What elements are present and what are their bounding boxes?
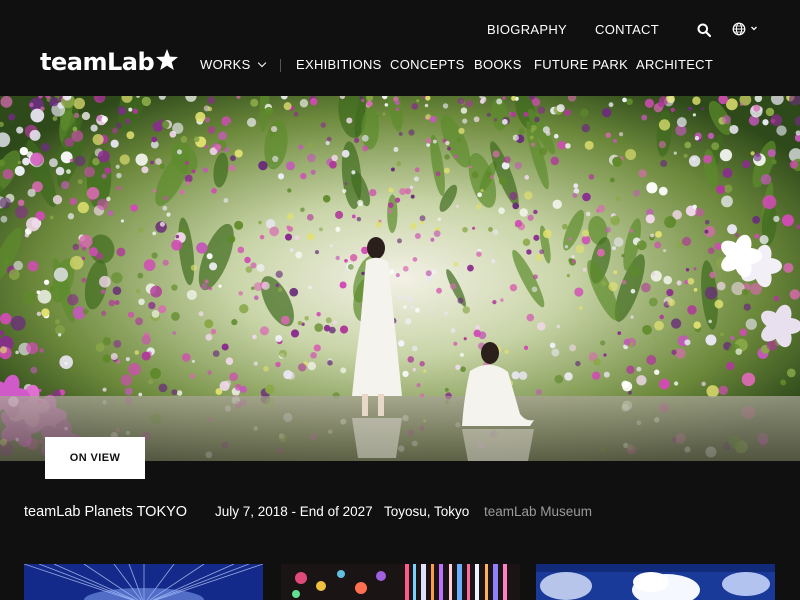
thumbnail-image bbox=[536, 564, 775, 600]
work-thumbnail-2[interactable] bbox=[281, 564, 520, 600]
work-thumbnail-3[interactable] bbox=[536, 564, 775, 600]
nav-works[interactable]: WORKS bbox=[200, 57, 266, 72]
chevron-down-icon bbox=[257, 58, 266, 68]
nav-concepts[interactable]: CONCEPTS bbox=[390, 57, 465, 72]
thumbnail-image bbox=[24, 564, 263, 600]
nav-future-park[interactable]: FUTURE PARK bbox=[534, 57, 628, 72]
nav-main: WORKS EXHIBITIONS CONCEPTS BOOKS FUTURE … bbox=[0, 57, 800, 77]
nav-architect[interactable]: ARCHITECT bbox=[636, 57, 713, 72]
nav-works-label: WORKS bbox=[200, 57, 251, 72]
language-selector[interactable] bbox=[732, 22, 760, 41]
hero-artwork bbox=[0, 96, 800, 461]
hero-image[interactable] bbox=[0, 96, 800, 461]
nav-exhibitions[interactable]: EXHIBITIONS bbox=[296, 57, 382, 72]
thumbnail-image bbox=[281, 564, 520, 600]
exhibition-title[interactable]: teamLab Planets TOKYO bbox=[24, 504, 187, 520]
exhibition-info: teamLab Planets TOKYO July 7, 2018 - End… bbox=[0, 504, 800, 524]
nav-contact[interactable]: CONTACT bbox=[595, 22, 659, 37]
exhibition-location: Toyosu, Tokyo bbox=[384, 504, 470, 519]
site-header: teamLab BIOGRAPHY CONTACT WORKS EXHIBITI… bbox=[0, 0, 800, 96]
nav-books[interactable]: BOOKS bbox=[474, 57, 522, 72]
search-icon[interactable] bbox=[697, 23, 712, 42]
nav-biography[interactable]: BIOGRAPHY bbox=[487, 22, 567, 37]
nav-top: BIOGRAPHY CONTACT bbox=[0, 22, 800, 42]
on-view-badge[interactable]: ON VIEW bbox=[45, 437, 145, 479]
exhibition-category[interactable]: teamLab Museum bbox=[484, 504, 592, 519]
work-thumbnail-1[interactable] bbox=[24, 564, 263, 600]
exhibition-dates: July 7, 2018 - End of 2027 bbox=[215, 504, 373, 519]
globe-icon bbox=[732, 22, 757, 36]
nav-divider bbox=[280, 59, 281, 72]
works-grid bbox=[0, 564, 800, 600]
